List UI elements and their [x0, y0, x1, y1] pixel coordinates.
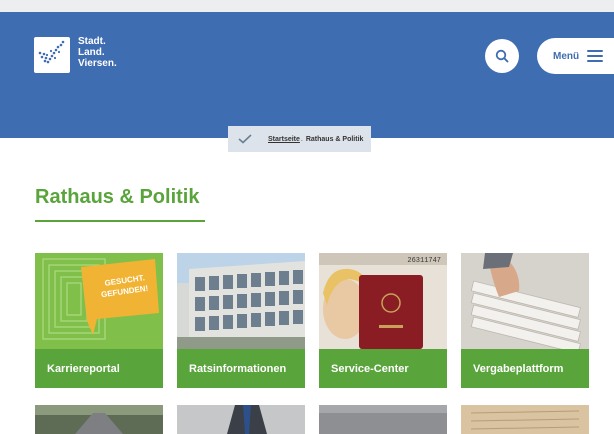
search-button[interactable]: [485, 39, 519, 73]
tile-row2-item[interactable]: [177, 405, 305, 434]
passport-number: 26311747: [407, 257, 441, 265]
hamburger-menu-icon: [587, 50, 604, 62]
menu-label: Menü: [553, 50, 580, 62]
logo-line: Viersen.: [78, 58, 117, 69]
tile-karriereportal[interactable]: GESUCHT. GEFUNDEN! Karriereportal: [35, 253, 163, 388]
ratsinformationen-image: [177, 253, 305, 349]
logo-line: Land.: [78, 47, 105, 58]
tile-label: Ratsinformationen: [177, 349, 305, 388]
karriereportal-image: GESUCHT. GEFUNDEN!: [35, 253, 163, 349]
person-suit-image: [177, 405, 305, 434]
breadcrumb: Startseite . Rathaus & Politik: [228, 126, 372, 152]
tile-row2-item[interactable]: [461, 405, 589, 434]
breadcrumb-separator: .: [300, 135, 303, 143]
menu-button[interactable]: Menü: [537, 38, 614, 74]
title-underline: [35, 220, 205, 222]
gray-image: [319, 405, 447, 434]
vergabeplattform-image: [461, 253, 589, 349]
breadcrumb-home-link[interactable]: Startseite: [268, 136, 300, 143]
site-logo[interactable]: Stadt. Land. Viersen.: [34, 37, 117, 73]
breadcrumb-current: Rathaus & Politik: [305, 135, 364, 143]
tile-label: Karriereportal: [35, 349, 163, 388]
tile-row2-item[interactable]: [319, 405, 447, 434]
tile-label: Service-Center: [319, 349, 447, 388]
home-check-icon: [238, 134, 254, 144]
logo-line: Stadt.: [78, 36, 106, 47]
page-title: Rathaus & Politik: [35, 186, 200, 208]
tile-vergabeplattform[interactable]: Vergabeplattform: [461, 253, 589, 388]
service-center-image: 26311747: [319, 253, 447, 349]
tile-ratsinformationen[interactable]: Ratsinformationen: [177, 253, 305, 388]
tile-label: Vergabeplattform: [461, 349, 589, 388]
browser-top-strip: [0, 0, 614, 12]
document-image: [461, 405, 589, 434]
logo-text: Stadt. Land. Viersen.: [78, 37, 117, 70]
site-header: [0, 12, 614, 138]
checkmark-logo-icon: [34, 37, 70, 73]
tile-row2-item[interactable]: [35, 405, 163, 434]
search-icon: [495, 49, 509, 63]
tile-service-center[interactable]: 26311747 Service-Center: [319, 253, 447, 388]
road-image: [35, 405, 163, 434]
